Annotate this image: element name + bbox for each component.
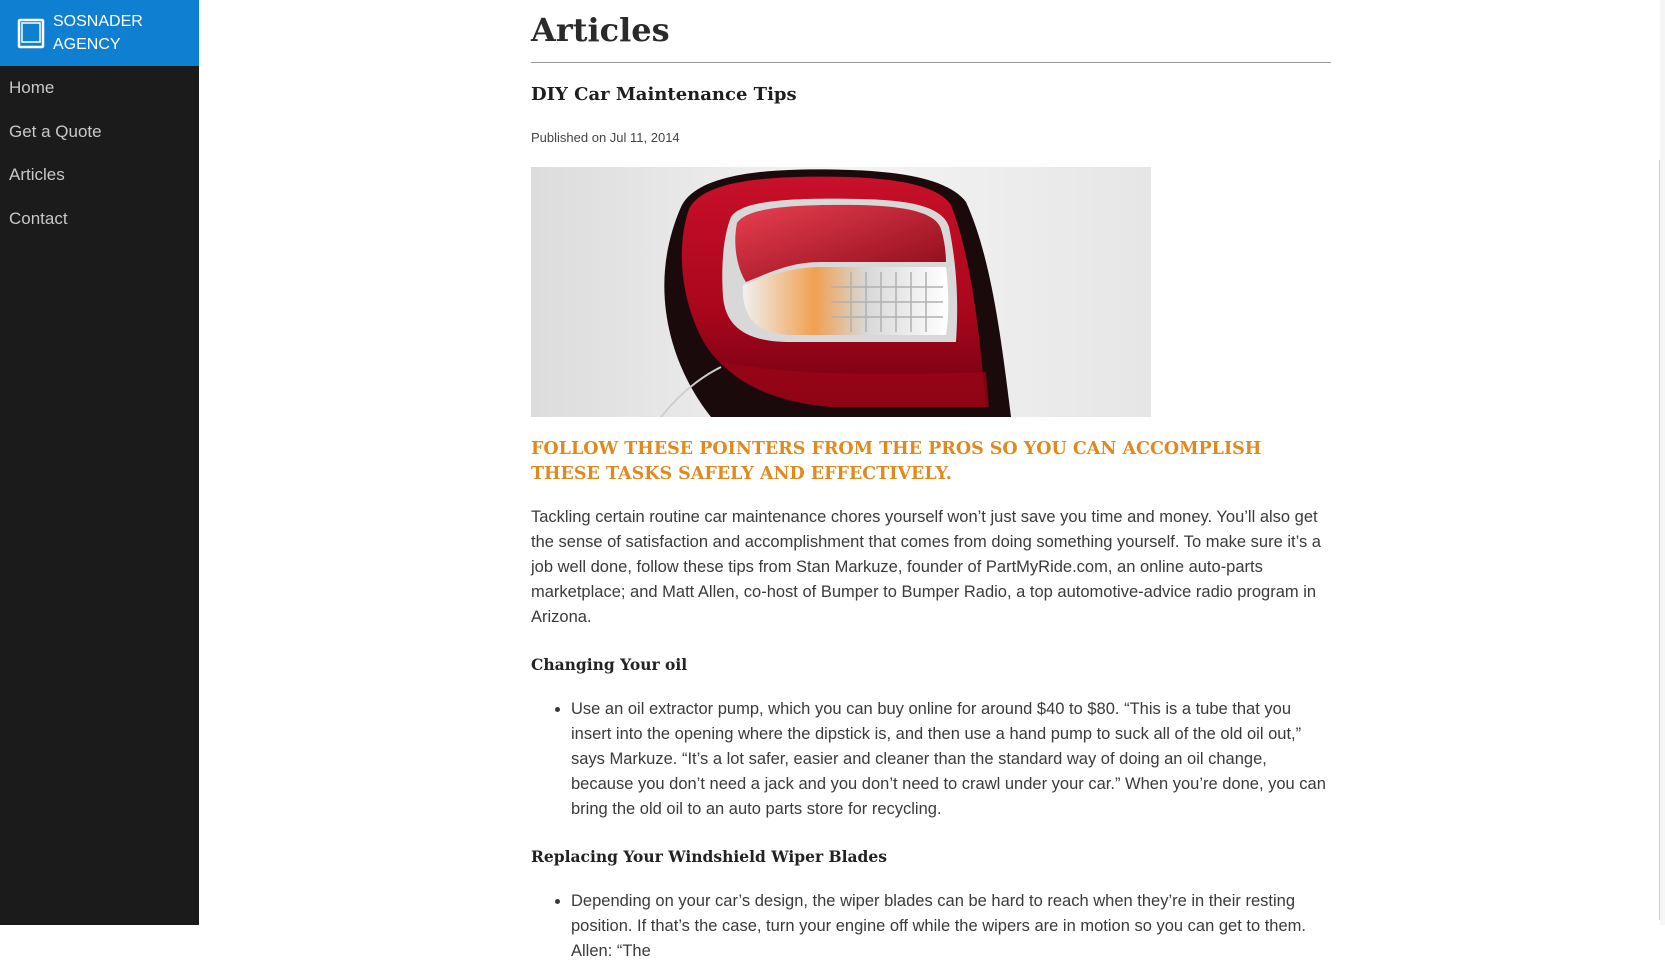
page-title: Articles xyxy=(531,11,670,49)
tablet-icon xyxy=(17,18,45,48)
section-list-changing-oil: Use an oil extractor pump, which you can… xyxy=(531,697,1331,822)
article-title[interactable]: DIY Car Maintenance Tips xyxy=(531,84,797,105)
tail-light-image xyxy=(531,167,1151,417)
sidebar-item-home[interactable]: Home xyxy=(0,66,199,110)
section-title-wiper-blades: Replacing Your Windshield Wiper Blades xyxy=(531,847,887,866)
article-image xyxy=(531,167,1151,417)
brand-line-1: SOSNADER xyxy=(53,13,143,30)
list-item: Depending on your car’s design, the wipe… xyxy=(571,889,1331,964)
title-divider xyxy=(531,62,1331,63)
sidebar-item-articles[interactable]: Articles xyxy=(0,153,199,197)
main-content: Articles DIY Car Maintenance Tips Publis… xyxy=(531,0,1331,960)
section-list-wiper-blades: Depending on your car’s design, the wipe… xyxy=(531,889,1331,964)
brand-logo[interactable]: SOSNADER AGENCY xyxy=(0,0,199,66)
page-scrollbar[interactable] xyxy=(1659,0,1665,925)
list-item: Use an oil extractor pump, which you can… xyxy=(571,697,1331,822)
sidebar-item-get-a-quote[interactable]: Get a Quote xyxy=(0,110,199,154)
sidebar-nav: Home Get a Quote Articles Contact xyxy=(0,66,199,240)
article-subhead: FOLLOW THESE POINTERS FROM THE PROS SO Y… xyxy=(531,439,1262,484)
brand-name: SOSNADER AGENCY xyxy=(53,10,153,56)
scrollbar-thumb[interactable] xyxy=(1659,160,1665,920)
section-title-changing-oil: Changing Your oil xyxy=(531,655,688,674)
brand-line-2: AGENCY xyxy=(53,36,121,53)
sidebar-item-contact[interactable]: Contact xyxy=(0,197,199,241)
published-date: Published on Jul 11, 2014 xyxy=(531,130,680,145)
article-intro: Tackling certain routine car maintenance… xyxy=(531,508,1321,626)
sidebar: SOSNADER AGENCY Home Get a Quote Article… xyxy=(0,0,199,925)
